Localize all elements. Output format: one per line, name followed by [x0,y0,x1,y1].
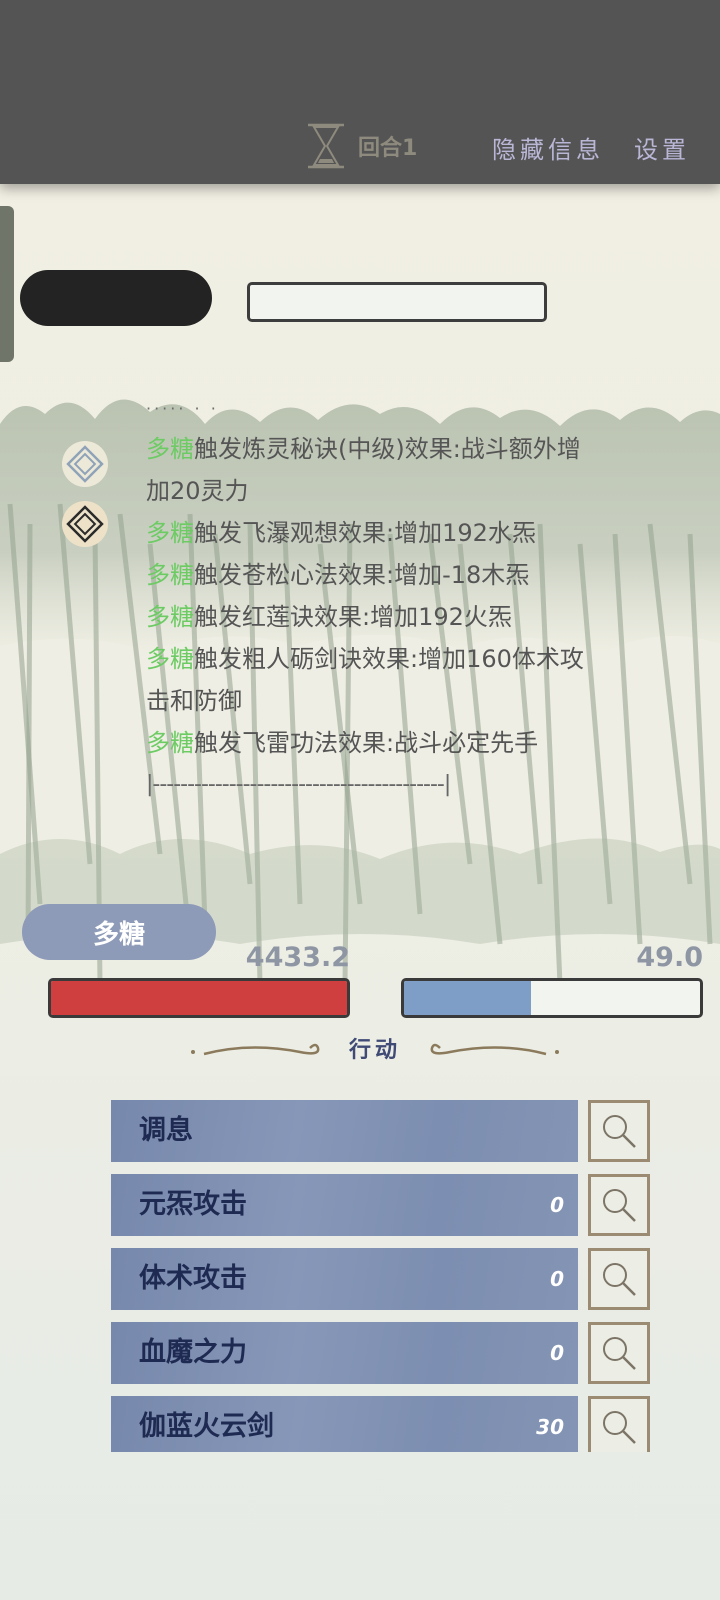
settings-button[interactable]: 设置 [634,130,690,165]
log-text: 触发苍松心法效果:增加-18木炁 [194,561,530,589]
hourglass-icon [308,123,344,169]
action-list: 调息元炁攻击 0 体术攻击 0 血魔之力 0 伽蓝火云剑 30 [111,1100,651,1452]
search-icon [603,1263,636,1296]
player-name-pill: 多糖 [22,904,216,960]
diamond-icon[interactable] [61,440,109,488]
search-icon [603,1337,636,1370]
hp-bar [48,978,350,1018]
inspect-button[interactable] [588,1322,650,1384]
log-text: 触发炼灵秘诀(中级)效果:战斗额外增 [194,435,581,463]
hp-fill [51,981,347,1015]
log-line: 多糖触发飞瀑观想效果:增加192水炁 [146,512,660,554]
skill-name: 调息 [139,1115,193,1146]
hide-info-button[interactable]: 隐藏信息 [492,130,604,165]
log-scroll-hint: ····· · · [146,399,219,418]
mp-fill [404,981,532,1015]
search-icon [603,1411,636,1444]
skill-name: 元炁攻击 [139,1189,247,1220]
action-header: 行动 [190,1034,560,1068]
log-line: 多糖触发炼灵秘诀(中级)效果:战斗额外增 [146,428,660,470]
log-actor: 多糖 [146,435,194,463]
log-line: 多糖触发飞雷功法效果:战斗必定先手 [146,722,660,764]
top-bar: 回合1 隐藏信息 设置 [0,0,720,184]
log-divider: |---------------------------------------… [146,772,451,797]
skill-button[interactable]: 体术攻击 0 [111,1248,578,1310]
log-text: 击和防御 [146,687,242,715]
log-text: 触发红莲诀效果:增加192火炁 [194,603,512,631]
enemy-health-bar [247,282,547,322]
skill-cost: 0 [550,1267,564,1291]
search-icon [603,1189,636,1222]
action-row: 伽蓝火云剑 30 [111,1396,651,1452]
log-actor: 多糖 [146,603,194,631]
log-actor: 多糖 [146,645,194,673]
action-row: 元炁攻击 0 [111,1174,651,1236]
skill-button[interactable]: 元炁攻击 0 [111,1174,578,1236]
log-text: 触发粗人砺剑诀效果:增加160体术攻 [194,645,584,673]
inspect-button[interactable] [588,1100,650,1162]
action-row: 血魔之力 0 [111,1322,651,1384]
mp-value: 49.0 [636,942,703,973]
skill-button[interactable]: 伽蓝火云剑 30 [111,1396,578,1452]
search-icon [603,1115,636,1148]
log-actor: 多糖 [146,729,194,757]
action-row: 体术攻击 0 [111,1248,651,1310]
skill-cost: 0 [550,1341,564,1365]
hp-value: 4433.2 [245,942,350,973]
skill-cost: 0 [550,1193,564,1217]
skill-button[interactable]: 调息 [111,1100,578,1162]
side-drawer-tab[interactable] [0,206,14,362]
action-row: 调息 [111,1100,651,1162]
log-line: 多糖触发红莲诀效果:增加192火炁 [146,596,660,638]
round-indicator: 回合1 [306,122,417,170]
log-line: 击和防御 [146,680,660,722]
round-label: 回合1 [358,136,418,161]
log-line: 加20灵力 [146,470,660,512]
inspect-button[interactable] [588,1174,650,1236]
log-text: 触发飞雷功法效果:战斗必定先手 [194,729,539,757]
enemy-name-pill [20,270,212,326]
action-title: 行动 [348,1038,401,1063]
skill-cost: 30 [536,1415,564,1439]
skill-name: 血魔之力 [139,1337,247,1368]
diamond-icon[interactable] [61,500,109,548]
log-text: 触发飞瀑观想效果:增加192水炁 [194,519,536,547]
battle-area: ····· · · 多糖触发炼灵秘诀(中级)效果:战斗额外增 加20灵力 多糖触发飞… [0,184,720,1600]
inspect-button[interactable] [588,1396,650,1452]
log-actor: 多糖 [146,561,194,589]
log-text: 加20灵力 [146,477,249,505]
log-line: 多糖触发苍松心法效果:增加-18木炁 [146,554,660,596]
skill-name: 体术攻击 [139,1263,247,1294]
skill-button[interactable]: 血魔之力 0 [111,1322,578,1384]
inspect-button[interactable] [588,1248,650,1310]
log-actor: 多糖 [146,519,194,547]
mp-bar [401,978,703,1018]
battle-log: 多糖触发炼灵秘诀(中级)效果:战斗额外增 加20灵力 多糖触发飞瀑观想效果:增加19… [146,428,660,806]
log-line: 多糖触发粗人砺剑诀效果:增加160体术攻 [146,638,660,680]
skill-name: 伽蓝火云剑 [139,1411,274,1442]
